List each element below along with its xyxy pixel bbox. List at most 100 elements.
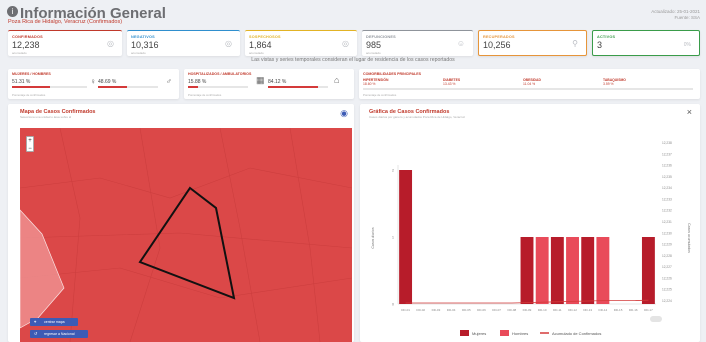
card-label: CONFIRMADOS [12, 35, 43, 39]
return-icon: ↺ [34, 331, 38, 336]
bar-mujeres [520, 237, 534, 304]
y-tick-label: 1 [392, 236, 394, 240]
card-sub: acumulado [249, 51, 264, 55]
crosshair-icon: ⌖ [34, 319, 37, 324]
home-icon: ⌂ [334, 75, 340, 85]
y2-tick-label: 12,233 [662, 197, 672, 201]
percent-icon: 0% [683, 42, 691, 48]
card-sub: acumulado [131, 51, 146, 55]
gender-panel: MUJERES / HOMBRES 51.31 % ♀ 48.69 % ♂ Po… [8, 69, 179, 99]
y2-tick-label: 12,229 [662, 243, 672, 247]
legend-label: Acumulado de Confirmados [552, 331, 601, 336]
y2-tick-label: 12,228 [662, 254, 672, 258]
stat-card-confirmados: CONFIRMADOS 12,238 acumulado ◎ [8, 30, 122, 56]
male-icon: ♂ [166, 77, 172, 86]
x-tick-label: DD-11 [553, 308, 562, 312]
y2-tick-label: 12,237 [662, 152, 672, 156]
comorbidity-percent: 13.43 % [443, 82, 456, 86]
update-info: Actualizado: 25-01-2021 Fuente: SSA [651, 9, 700, 21]
y2-tick-label: 12,231 [662, 220, 672, 224]
card-value: 12,238 [12, 40, 40, 50]
hospitalized-percent: 15.88 % [188, 79, 207, 85]
walking-icon: ⚲ [572, 39, 578, 48]
y2-tick-label: 12,227 [662, 265, 672, 269]
people-icon: ◎ [225, 39, 232, 48]
y-axis-label: Casos diarios [371, 227, 375, 248]
map-subtitle: Selecciona una unidad o área sobre él [20, 115, 72, 119]
y-tick-label: 2 [392, 169, 394, 173]
chart-toggle [650, 316, 662, 322]
stat-card-sospechosos: SOSPECHOSOS 1,864 acumulado ◎ [245, 30, 357, 56]
info-icon: i [7, 6, 18, 17]
hospital-panel: HOSPITALIZADOS / AMBULATORIOS 15.88 % ▦ … [184, 69, 354, 99]
zoom-out-button[interactable]: − [27, 145, 33, 153]
x-tick-label: DD-06 [477, 308, 486, 312]
x-tick-label: DD-04 [447, 308, 456, 312]
x-tick-label: DD-10 [538, 308, 547, 312]
comorbidity-percent: 3.59 % [603, 82, 614, 86]
map-left-region [19, 209, 65, 329]
card-value: 10,316 [131, 40, 159, 50]
people-icon: ◎ [342, 39, 349, 48]
eye-icon[interactable]: ◉ [340, 108, 348, 119]
card-label: NEGATIVOS [131, 35, 155, 39]
stat-card-recuperados: RECUPERADOS 10,256 ⚲ [478, 30, 587, 56]
legend-swatch [460, 330, 469, 336]
map-svg [19, 127, 353, 342]
card-label: SOSPECHOSOS [249, 35, 281, 39]
y-tick-label: 0 [392, 303, 394, 307]
y2-tick-label: 12,226 [662, 276, 672, 280]
x-tick-label: DD-15 [614, 308, 623, 312]
people-icon: ◎ [107, 39, 114, 48]
ambulatory-bar [268, 86, 319, 88]
update-source: Fuente: SSA [674, 15, 700, 20]
comorbidity-panel: COMORBILIDADES PRINCIPALES HIPERTENSIÓN 1… [359, 69, 700, 99]
comorbidity-percent: 11.04 % [523, 82, 536, 86]
y2-tick-label: 12,238 [662, 141, 672, 145]
card-value: 985 [366, 40, 382, 50]
bar-hombres [596, 237, 610, 304]
female-icon: ♀ [90, 77, 96, 86]
x-tick-label: DD-09 [523, 308, 532, 312]
gender-label: MUJERES / HOMBRES [12, 72, 51, 76]
legend-label: Hombres [512, 331, 528, 336]
hospital-note: Porcentaje de confirmados [188, 93, 222, 97]
card-value: 3 [597, 40, 603, 50]
x-tick-label: DD-13 [583, 308, 592, 312]
zoom-in-button[interactable]: + [27, 137, 33, 145]
card-label: ACTIVOS [597, 35, 616, 39]
men-percent: 48.69 % [98, 79, 117, 85]
bar-mujeres [550, 237, 564, 304]
stat-card-defunciones: DEFUNCIONES 985 acumulado ☺ [362, 30, 473, 56]
center-map-button[interactable]: ⌖ centrar mapa [30, 318, 78, 326]
ambulatory-percent: 84.12 % [268, 79, 287, 85]
bar-mujeres [641, 237, 655, 304]
women-bar [12, 86, 51, 88]
y2-tick-label: 12,236 [662, 164, 672, 168]
y2-tick-label: 12,225 [662, 288, 672, 292]
x-tick-label: DD-02 [416, 308, 425, 312]
hospitalized-bar [188, 86, 198, 88]
cases-chart: 0 1 2 Casos diarios Casos acumulados 12,224 12… [371, 141, 691, 336]
bar-mujeres [581, 237, 595, 304]
map-selected-region [138, 186, 236, 300]
card-sub: acumulado [366, 51, 381, 55]
y2-axis-label: Casos acumulados [687, 223, 691, 253]
map-panel: Mapa de Casos Confirmados Selecciona una… [8, 104, 354, 342]
card-value: 10,256 [483, 40, 511, 50]
x-tick-label: DD-07 [492, 308, 501, 312]
y2-tick-label: 12,234 [662, 186, 672, 190]
legend-label: Mujeres [472, 331, 486, 336]
back-national-label: regresar a Nacional [44, 332, 75, 336]
residence-notice: Las vistas y series temporales considera… [251, 57, 455, 63]
hospital-label: HOSPITALIZADOS / AMBULATORIOS [188, 72, 252, 76]
card-label: RECUPERADOS [483, 35, 515, 39]
x-tick-label: DD-17 [644, 308, 653, 312]
back-national-button[interactable]: ↺ regresar a Nacional [30, 330, 88, 338]
x-tick-label: DD-05 [462, 308, 471, 312]
x-tick-label: DD-14 [599, 308, 608, 312]
bar-mujeres [399, 170, 413, 304]
y2-tick-label: 12,230 [662, 231, 672, 235]
card-sub: acumulado [12, 51, 27, 55]
cases-map[interactable]: + − ⌖ centrar mapa ↺ regresar a Nacional [19, 127, 353, 342]
